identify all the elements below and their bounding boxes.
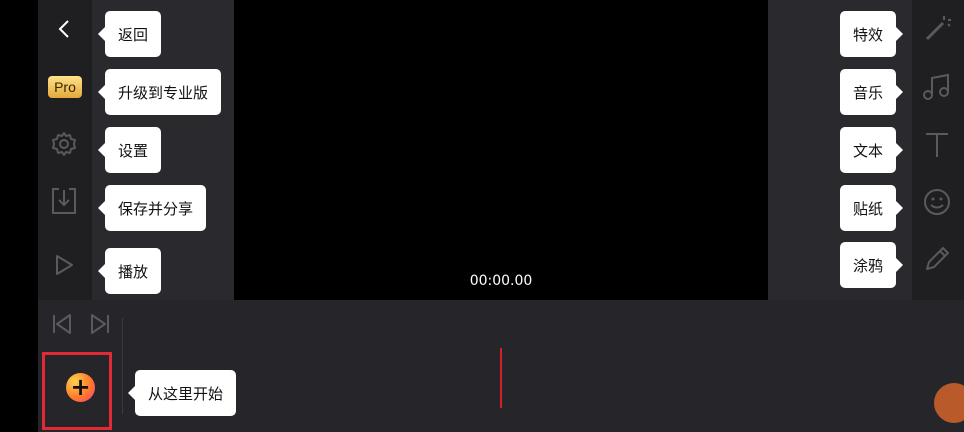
tip-back: 返回 — [97, 11, 162, 57]
pro-badge[interactable]: Pro — [48, 76, 82, 98]
magic-wand-icon[interactable] — [922, 14, 952, 44]
tip-effects: 特效 — [840, 11, 904, 57]
tip-upgrade: 升级到专业版 — [97, 69, 222, 115]
tip-stickers: 贴纸 — [840, 185, 904, 231]
skip-to-end-icon[interactable] — [88, 312, 112, 336]
text-icon[interactable] — [922, 130, 952, 160]
tip-start-here: 从这里开始 — [127, 370, 237, 416]
play-icon[interactable] — [52, 252, 76, 278]
music-note-icon[interactable] — [922, 72, 952, 102]
smiley-icon[interactable] — [922, 187, 952, 217]
tip-play: 播放 — [97, 248, 162, 294]
tip-doodle: 涂鸦 — [840, 242, 904, 288]
tip-music: 音乐 — [840, 69, 904, 115]
timeline-divider — [122, 318, 123, 414]
gear-icon[interactable] — [50, 130, 78, 158]
skip-to-start-icon[interactable] — [50, 312, 74, 336]
timecode: 00:00.00 — [469, 273, 533, 289]
pencil-icon[interactable] — [922, 244, 952, 274]
add-media-button[interactable]: + — [66, 373, 95, 402]
video-preview[interactable] — [234, 0, 768, 300]
tip-text: 文本 — [840, 127, 904, 173]
tip-settings: 设置 — [97, 127, 162, 173]
playhead[interactable] — [500, 348, 502, 408]
download-icon[interactable] — [50, 186, 78, 216]
left-edge — [0, 0, 38, 432]
tip-save-share: 保存并分享 — [97, 185, 207, 231]
back-icon[interactable] — [52, 16, 78, 42]
